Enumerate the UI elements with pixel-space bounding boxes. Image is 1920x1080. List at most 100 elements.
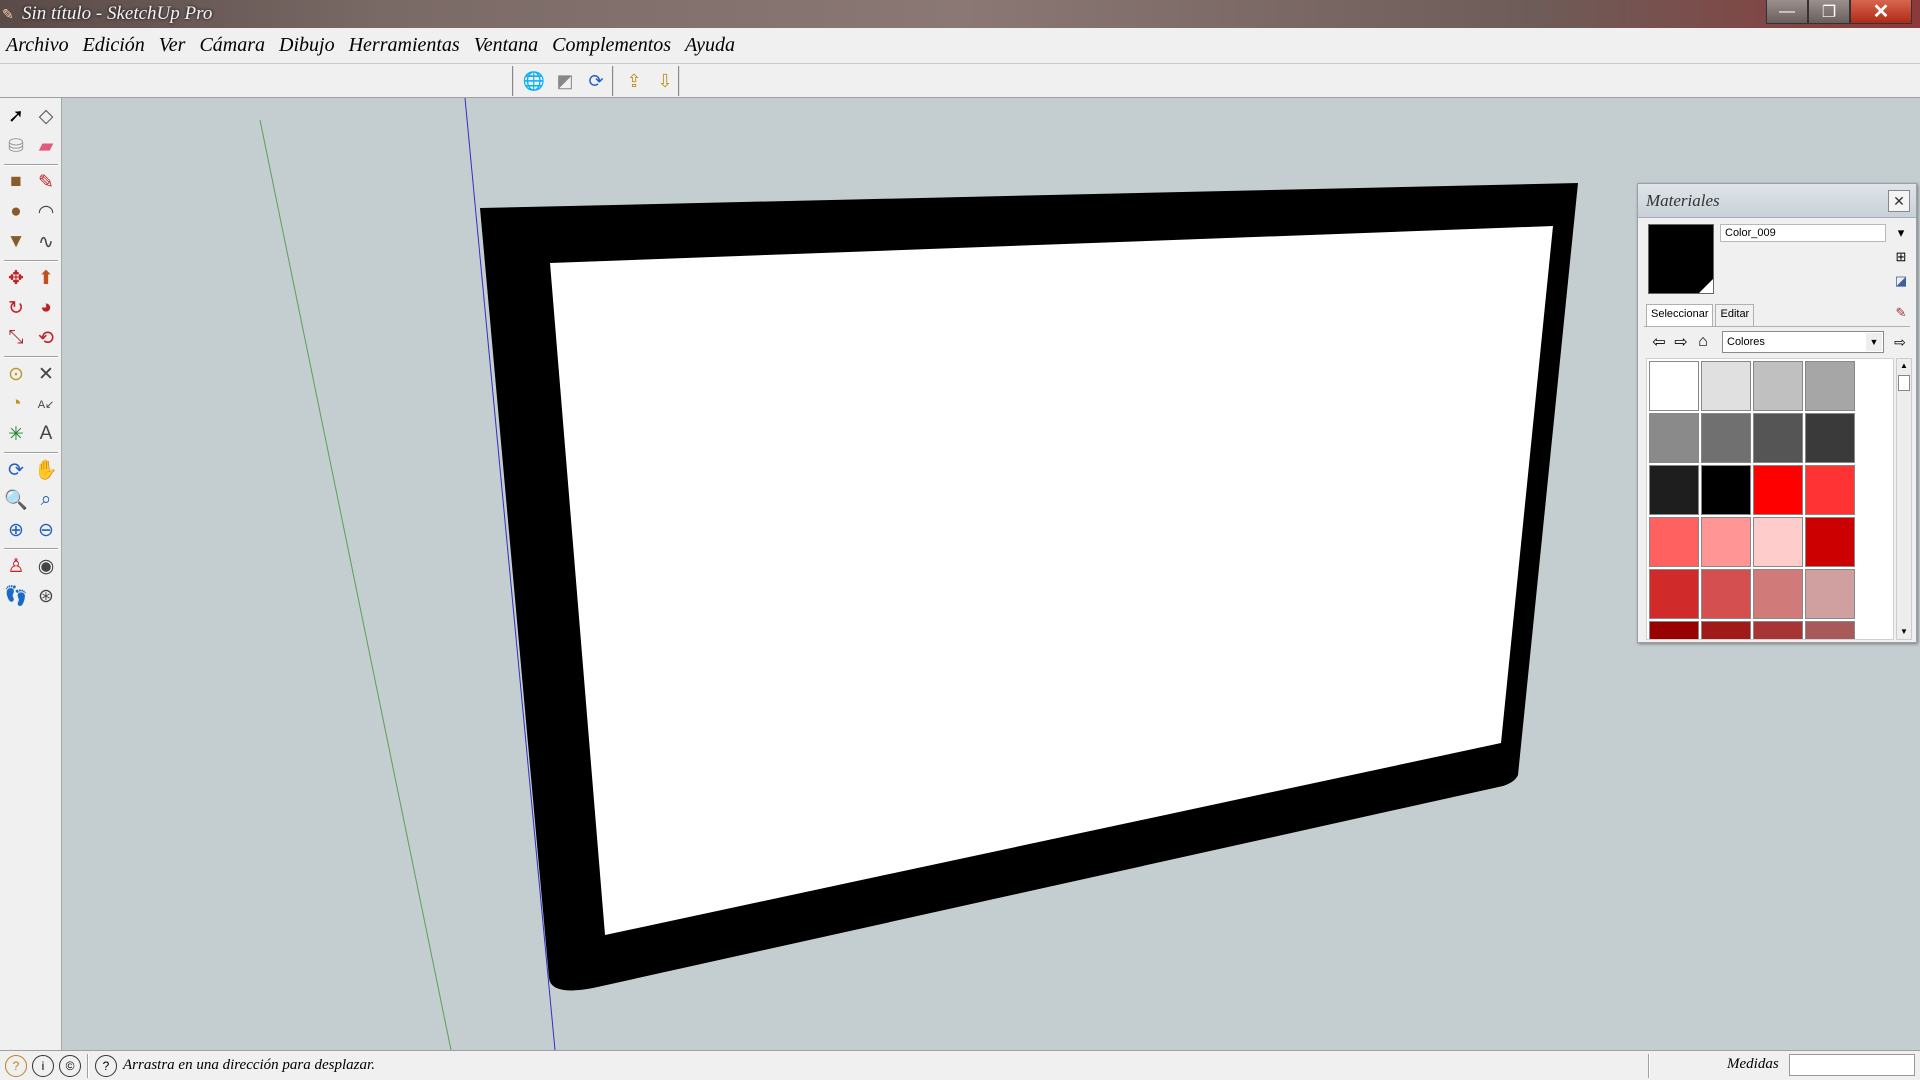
- material-swatch[interactable]: [1701, 413, 1751, 463]
- zoom-window-icon[interactable]: ⌕: [32, 486, 60, 514]
- credits-icon[interactable]: i: [32, 1054, 54, 1077]
- walk-icon[interactable]: 👣: [2, 582, 30, 610]
- material-swatch[interactable]: [1753, 361, 1803, 411]
- material-swatch[interactable]: [1649, 621, 1699, 639]
- default-material-icon[interactable]: ◪: [1892, 272, 1910, 290]
- material-swatch[interactable]: [1805, 465, 1855, 515]
- pan-icon[interactable]: ✋: [32, 456, 60, 484]
- scale-icon[interactable]: ⤡: [2, 324, 30, 352]
- zoom-icon[interactable]: 🔍: [2, 486, 30, 514]
- tab-seleccionar[interactable]: Seleccionar: [1646, 304, 1714, 326]
- component-icon[interactable]: ◇: [32, 102, 60, 130]
- line-icon[interactable]: ✎: [32, 168, 60, 196]
- tool-separator: [4, 356, 58, 358]
- create-material-icon[interactable]: ⊞: [1892, 248, 1910, 266]
- back-arrow-icon[interactable]: ⇦: [1648, 331, 1670, 353]
- menu-complementos[interactable]: Complementos: [552, 34, 671, 57]
- download-component-icon[interactable]: ⇩: [651, 67, 679, 95]
- display-secondary-pane-icon[interactable]: ▾: [1892, 224, 1910, 242]
- circle-icon[interactable]: ●: [2, 198, 30, 226]
- scroll-up-icon[interactable]: ▲: [1897, 359, 1911, 373]
- previous-view-icon[interactable]: ⊖: [32, 516, 60, 544]
- material-swatch[interactable]: [1805, 569, 1855, 619]
- text-icon[interactable]: A↙: [32, 390, 60, 418]
- minimize-button[interactable]: —: [1766, 0, 1808, 24]
- material-name-field[interactable]: Color_009: [1720, 224, 1886, 242]
- globe-icon[interactable]: 🌐: [520, 67, 548, 95]
- material-swatch[interactable]: [1805, 361, 1855, 411]
- push-pull-icon[interactable]: ⬆: [32, 264, 60, 292]
- paint-bucket-icon[interactable]: ⛁: [2, 132, 30, 160]
- rectangle-icon[interactable]: ■: [2, 168, 30, 196]
- tab-editar[interactable]: Editar: [1715, 304, 1755, 326]
- material-swatch[interactable]: [1753, 517, 1803, 567]
- material-swatch[interactable]: [1753, 413, 1803, 463]
- material-swatch[interactable]: [1701, 569, 1751, 619]
- swatch-scrollbar[interactable]: ▲ ▼: [1896, 358, 1912, 640]
- menu-ayuda[interactable]: Ayuda: [685, 34, 735, 57]
- swatch-grid: [1647, 359, 1893, 639]
- menu-ver[interactable]: Ver: [159, 34, 186, 57]
- menu-edicion[interactable]: Edición: [83, 34, 145, 57]
- material-swatch[interactable]: [1805, 517, 1855, 567]
- account-icon[interactable]: ©: [59, 1054, 81, 1077]
- menu-archivo[interactable]: Archivo: [6, 34, 69, 57]
- share-icon[interactable]: ⟳: [582, 67, 610, 95]
- menu-herramientas[interactable]: Herramientas: [349, 34, 460, 57]
- frame-inner-face[interactable]: [550, 226, 1553, 935]
- polygon-icon[interactable]: ▼: [2, 228, 30, 256]
- offset-icon[interactable]: ⟲: [32, 324, 60, 352]
- material-swatch[interactable]: [1649, 465, 1699, 515]
- material-swatch[interactable]: [1701, 621, 1751, 639]
- eraser-icon[interactable]: ▰: [32, 132, 60, 160]
- move-icon[interactable]: ✥: [2, 264, 30, 292]
- position-camera-icon[interactable]: ♙: [2, 552, 30, 580]
- library-select[interactable]: Colores ▼: [1722, 331, 1884, 353]
- help-icon[interactable]: ?: [95, 1054, 117, 1077]
- menu-ventana[interactable]: Ventana: [474, 34, 538, 57]
- sample-paint-icon[interactable]: ✎: [1892, 304, 1910, 322]
- material-swatch[interactable]: [1649, 361, 1699, 411]
- freehand-icon[interactable]: ∿: [32, 228, 60, 256]
- forward-arrow-icon[interactable]: ⇨: [1670, 331, 1692, 353]
- upload-component-icon[interactable]: ⇪: [620, 67, 648, 95]
- material-swatch[interactable]: [1805, 413, 1855, 463]
- geolocation-icon[interactable]: ?: [5, 1054, 27, 1077]
- material-swatch[interactable]: [1805, 621, 1855, 639]
- material-swatch[interactable]: [1701, 361, 1751, 411]
- select-icon[interactable]: ➚: [2, 102, 30, 130]
- orbit-icon[interactable]: ⟳: [2, 456, 30, 484]
- follow-me-icon[interactable]: ◕: [32, 294, 60, 322]
- menu-camara[interactable]: Cámara: [199, 34, 265, 57]
- material-swatch[interactable]: [1701, 465, 1751, 515]
- materials-close-button[interactable]: ✕: [1888, 190, 1910, 212]
- home-icon[interactable]: ⌂: [1692, 331, 1714, 353]
- material-swatch[interactable]: [1649, 517, 1699, 567]
- protractor-icon[interactable]: ◔: [2, 390, 30, 418]
- zoom-extents-icon[interactable]: ⊕: [2, 516, 30, 544]
- material-swatch[interactable]: [1753, 465, 1803, 515]
- arc-icon[interactable]: ◠: [32, 198, 60, 226]
- axes-icon[interactable]: ✳: [2, 420, 30, 448]
- current-material-swatch[interactable]: [1648, 224, 1714, 294]
- close-button[interactable]: ✕: [1850, 0, 1912, 24]
- section-plane-icon[interactable]: ⊛: [32, 582, 60, 610]
- scroll-down-icon[interactable]: ▼: [1897, 625, 1911, 639]
- scroll-thumb[interactable]: [1898, 375, 1910, 391]
- menu-dibujo[interactable]: Dibujo: [279, 34, 335, 57]
- material-swatch[interactable]: [1753, 621, 1803, 639]
- tool-separator: [4, 164, 58, 166]
- material-swatch[interactable]: [1701, 517, 1751, 567]
- measurements-input[interactable]: [1789, 1054, 1915, 1076]
- rotate-icon[interactable]: ↻: [2, 294, 30, 322]
- dimension-icon[interactable]: ✕: [32, 360, 60, 388]
- details-arrow-icon[interactable]: ⇨: [1890, 331, 1910, 353]
- look-around-icon[interactable]: ◉: [32, 552, 60, 580]
- material-swatch[interactable]: [1649, 413, 1699, 463]
- tape-measure-icon[interactable]: ⊙: [2, 360, 30, 388]
- model-icon[interactable]: ◩: [551, 67, 579, 95]
- 3d-text-icon[interactable]: A: [32, 420, 60, 448]
- maximize-button[interactable]: ❐: [1808, 0, 1850, 24]
- material-swatch[interactable]: [1649, 569, 1699, 619]
- material-swatch[interactable]: [1753, 569, 1803, 619]
